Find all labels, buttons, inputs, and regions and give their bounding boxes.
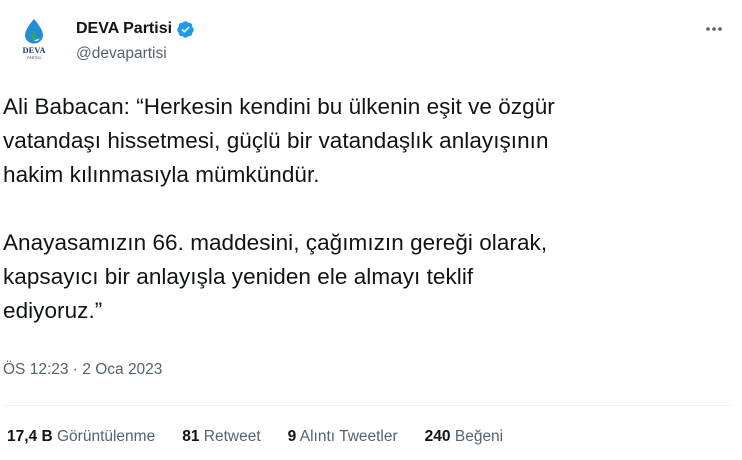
views-count: 17,4 B	[7, 428, 53, 445]
deva-logo-icon: DEVA PARTİSİ	[23, 19, 47, 60]
avatar[interactable]: DEVA PARTİSİ	[9, 12, 59, 62]
likes-count: 240	[424, 428, 451, 445]
verified-badge-icon	[176, 20, 195, 39]
tweet: DEVA PARTİSİ DEVA Partisi @devapartisi A…	[0, 0, 742, 460]
retweets-stat[interactable]: 81 Retweet	[182, 428, 260, 446]
quotes-label: Alıntı Tweetler	[299, 428, 398, 445]
likes-label: Beğeni	[454, 428, 504, 445]
retweets-label: Retweet	[203, 428, 261, 445]
more-options-button[interactable]	[700, 18, 728, 40]
tweet-time[interactable]: ÖS 12:23	[3, 361, 69, 378]
avatar-logo-subtext: PARTİSİ	[27, 55, 41, 60]
tweet-stats: 17,4 B Görüntülenme 81 Retweet 9 Alıntı …	[7, 428, 503, 446]
avatar-logo-text: DEVA	[23, 45, 47, 55]
retweets-count: 81	[182, 428, 200, 445]
author-display-name[interactable]: DEVA Partisi	[76, 20, 172, 38]
more-options-icon	[706, 27, 722, 31]
tweet-text: Ali Babacan: “Herkesin kendini bu ülkeni…	[3, 90, 733, 328]
author-handle[interactable]: @devapartisi	[76, 45, 167, 63]
likes-stat[interactable]: 240 Beğeni	[425, 428, 503, 446]
views-stat[interactable]: 17,4 B Görüntülenme	[7, 428, 155, 446]
author-name-row: DEVA Partisi	[76, 18, 195, 40]
tweet-timestamp: ÖS 12:23 · 2 Oca 2023	[3, 361, 162, 379]
tweet-paragraph: Anayasamızın 66. maddesini, çağımızın ge…	[3, 230, 548, 323]
timestamp-separator: ·	[68, 361, 83, 378]
views-label: Görüntülenme	[56, 428, 156, 445]
divider	[3, 405, 731, 406]
quotes-count: 9	[287, 428, 297, 445]
tweet-paragraph: Ali Babacan: “Herkesin kendini bu ülkeni…	[3, 94, 555, 187]
quotes-stat[interactable]: 9 Alıntı Tweetler	[288, 428, 398, 446]
tweet-date[interactable]: 2 Oca 2023	[82, 361, 162, 378]
